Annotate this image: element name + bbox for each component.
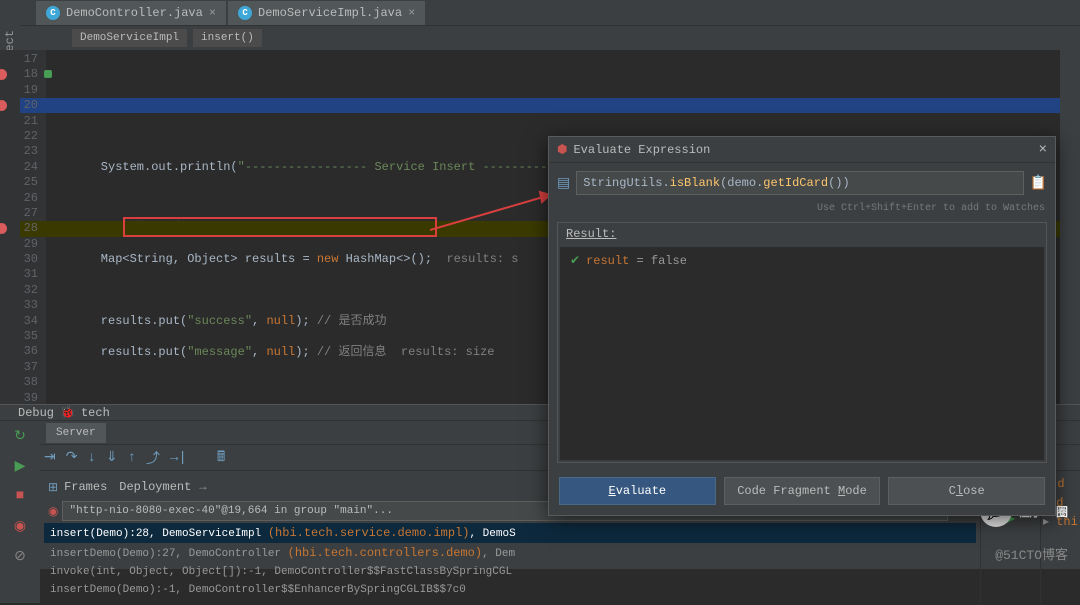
right-gutter xyxy=(1060,26,1080,406)
mute-breakpoints-button[interactable]: ⊘ xyxy=(9,545,31,567)
highlight-box xyxy=(123,217,437,237)
stack-frame[interactable]: invoke(int, Object, Object[]):-1, DemoCo… xyxy=(44,563,976,581)
close-icon[interactable]: × xyxy=(408,6,415,20)
close-icon[interactable]: × xyxy=(1039,142,1047,158)
run-to-cursor-icon[interactable]: →| xyxy=(170,450,187,466)
resume-button[interactable]: ▶ xyxy=(9,455,31,477)
force-step-into-icon[interactable]: ⇓ xyxy=(106,449,118,466)
evaluate-icon[interactable]: 🖩 xyxy=(217,446,225,470)
breakpoint-icon: ◉ xyxy=(48,504,58,519)
debug-label: Debug xyxy=(18,406,54,420)
result-panel: Result: ✔ result = false xyxy=(557,222,1047,463)
server-tab[interactable]: Server xyxy=(46,423,106,443)
step-out-icon[interactable]: ↑ xyxy=(128,450,136,466)
check-icon: ✔ xyxy=(570,253,580,268)
dialog-title-bar[interactable]: ⬢ Evaluate Expression × xyxy=(549,137,1055,163)
app-icon: ⬢ xyxy=(557,142,567,157)
debug-toolbar-left: ↻ ▶ ■ ◉ ⊘ xyxy=(0,421,40,603)
arrow-icon xyxy=(430,190,560,250)
evaluate-button[interactable]: Evaluate xyxy=(559,477,716,505)
chevron-right-icon: → xyxy=(199,480,206,494)
expression-icon: ▤ xyxy=(557,175,570,192)
view-breakpoints-button[interactable]: ◉ xyxy=(9,515,31,537)
stack-frame[interactable]: insert(Demo):28, DemoServiceImpl (hbi.te… xyxy=(44,523,976,543)
step-into-icon[interactable]: ↓ xyxy=(87,450,95,466)
tab-democontroller[interactable]: C DemoController.java × xyxy=(36,1,226,25)
bug-icon: 🐞 xyxy=(60,405,75,420)
java-class-icon: C xyxy=(238,6,252,20)
add-watch-icon[interactable]: 📋 xyxy=(1030,175,1047,192)
breadcrumb-class[interactable]: DemoServiceImpl xyxy=(72,29,187,47)
tab-demoserviceimpl[interactable]: C DemoServiceImpl.java × xyxy=(228,1,425,25)
breadcrumb-method[interactable]: insert() xyxy=(193,29,262,47)
dialog-title: Evaluate Expression xyxy=(573,143,710,157)
frames-icon: ⊞ xyxy=(48,480,58,495)
deployment-tab[interactable]: Deployment xyxy=(119,480,191,494)
stack-frame[interactable]: insertDemo(Demo):-1, DemoController$$Enh… xyxy=(44,581,976,599)
tab-label: DemoController.java xyxy=(66,6,203,20)
frames-tab[interactable]: Frames xyxy=(64,480,107,494)
close-button[interactable]: Close xyxy=(888,477,1045,505)
java-class-icon: C xyxy=(46,6,60,20)
expression-input[interactable]: StringUtils.isBlank(demo.getIdCard()) xyxy=(576,171,1023,195)
editor-tabs: C DemoController.java × C DemoServiceImp… xyxy=(0,0,1080,26)
stop-button[interactable]: ■ xyxy=(9,485,31,507)
code-fragment-button[interactable]: Code Fragment Mode xyxy=(724,477,881,505)
result-label: Result: xyxy=(558,223,1046,245)
evaluate-expression-dialog: ⬢ Evaluate Expression × ▤ StringUtils.is… xyxy=(548,136,1056,516)
stack-frame[interactable]: insertDemo(Demo):27, DemoController (hbi… xyxy=(44,543,976,563)
step-over-icon[interactable]: ↷ xyxy=(66,449,78,466)
run-config: tech xyxy=(81,406,110,420)
breadcrumb: DemoServiceImpl insert() xyxy=(0,26,1080,50)
rerun-button[interactable]: ↻ xyxy=(9,425,31,447)
tab-label: DemoServiceImpl.java xyxy=(258,6,402,20)
watermark-text: @51CTO博客 xyxy=(995,544,1068,563)
close-icon[interactable]: × xyxy=(209,6,216,20)
result-row[interactable]: ✔ result = false xyxy=(570,253,1034,268)
drop-frame-icon[interactable]: ⤴ xyxy=(146,448,160,468)
hint-text: Use Ctrl+Shift+Enter to add to Watches xyxy=(549,203,1055,218)
show-execution-icon[interactable]: ⇥ xyxy=(44,449,56,466)
